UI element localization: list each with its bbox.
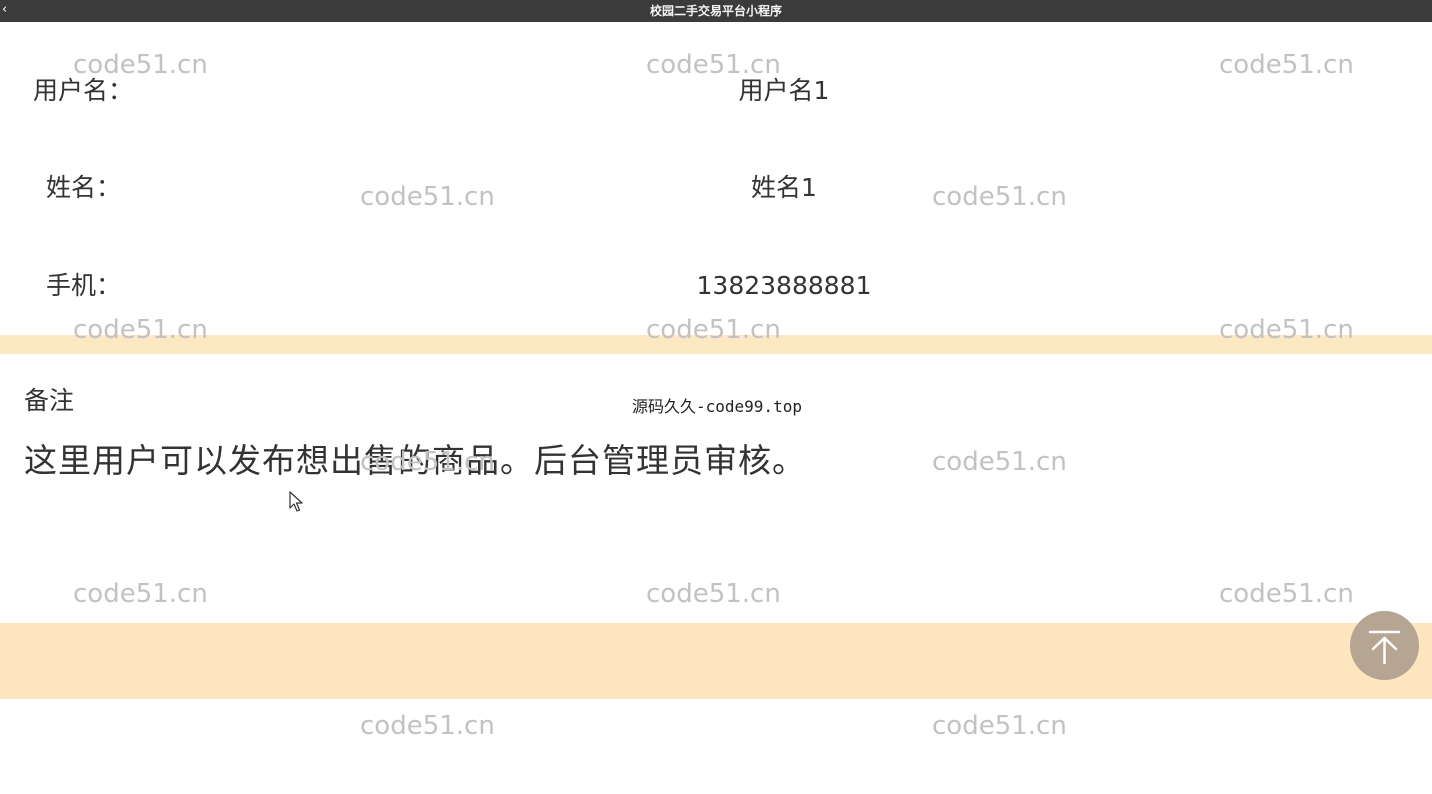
remark-text: 这里用户可以发布想出售的商品。后台管理员审核。 [24, 441, 806, 480]
watermark: code51.cn [932, 182, 1067, 212]
page: ‹ 校园二手交易平台小程序 用户名： 用户名1 姓名： 姓名1 手机： 1382… [0, 0, 1432, 794]
remark-label: 备注 [24, 386, 75, 415]
username-label: 用户名： [33, 76, 134, 105]
title-bar: ‹ 校园二手交易平台小程序 [0, 0, 1432, 22]
window-title: 校园二手交易平台小程序 [649, 4, 782, 18]
arrow-up-to-top-icon [1368, 630, 1401, 665]
watermark: code51.cn [1219, 579, 1354, 609]
watermark: code51.cn [73, 579, 208, 609]
phone-value: 13823888881 [696, 271, 872, 300]
watermark: code51.cn [646, 579, 781, 609]
mouse-cursor-icon [289, 491, 303, 513]
divider-band [0, 335, 1432, 354]
phone-label: 手机： [46, 271, 122, 300]
watermark: code51.cn [360, 182, 495, 212]
name-label: 姓名： [46, 173, 122, 202]
watermark: code51.cn [360, 711, 495, 741]
source-watermark: 源码久久-code99.top [632, 397, 802, 416]
watermark: code51.cn [1219, 50, 1354, 80]
back-to-top-button[interactable] [1350, 611, 1419, 680]
watermark: code51.cn [932, 447, 1067, 477]
name-value: 姓名1 [751, 173, 817, 202]
watermark: code51.cn [932, 711, 1067, 741]
footer-band [0, 623, 1432, 699]
username-value: 用户名1 [738, 76, 830, 105]
